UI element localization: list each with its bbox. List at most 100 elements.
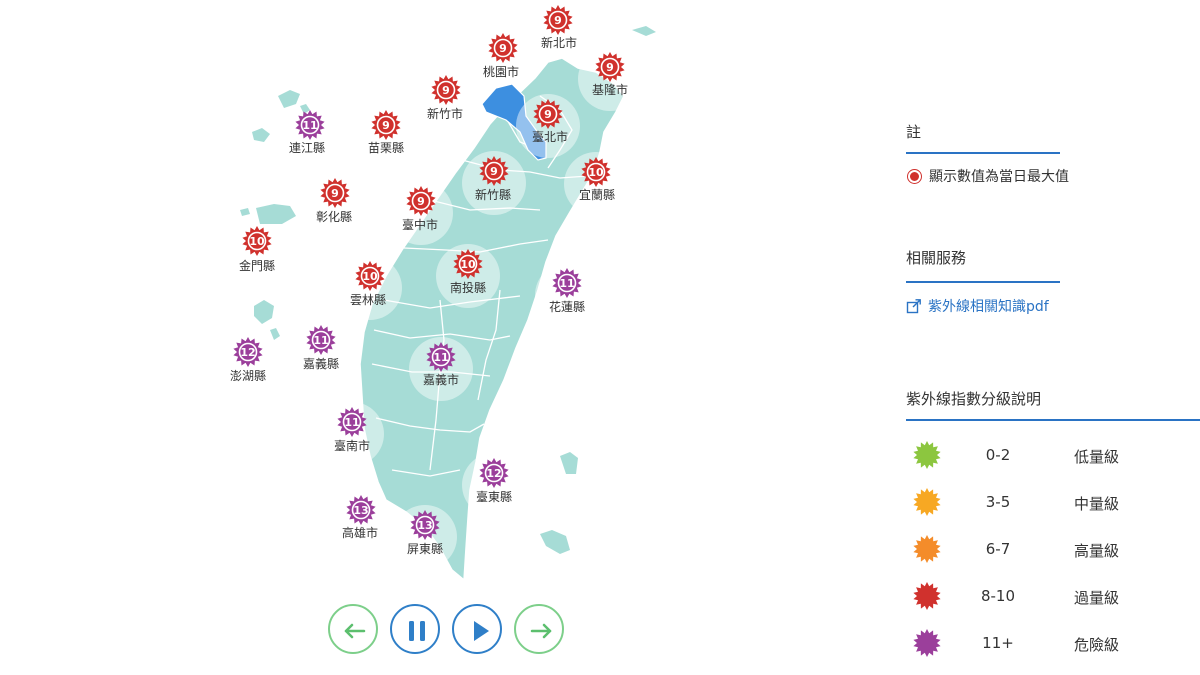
island-kinmen-small bbox=[240, 208, 250, 216]
legend-row: 0-2 低量級 bbox=[906, 440, 1200, 470]
external-link-icon bbox=[906, 299, 921, 314]
uv-value: 9 bbox=[606, 61, 614, 74]
pause-button[interactable] bbox=[390, 604, 440, 654]
region-label: 新北市 bbox=[541, 35, 577, 50]
island-matsu-2 bbox=[252, 128, 270, 142]
legend-range: 3-5 bbox=[985, 493, 1011, 511]
uv-marker[interactable]: 10 金門縣 bbox=[239, 226, 275, 273]
region-label: 雲林縣 bbox=[350, 293, 386, 307]
legend-row: 3-5 中量級 bbox=[906, 487, 1200, 517]
red-dot-icon bbox=[908, 169, 921, 183]
legend-title: 紫外線指數分級說明 bbox=[906, 390, 1042, 408]
next-button[interactable] bbox=[514, 604, 564, 654]
region-label: 苗栗縣 bbox=[368, 141, 404, 155]
uv-value: 9 bbox=[331, 187, 339, 200]
uv-value: 9 bbox=[442, 84, 450, 97]
uv-marker[interactable]: 9 桃園市 bbox=[483, 33, 519, 79]
legend-range: 6-7 bbox=[985, 540, 1011, 558]
uv-value: 10 bbox=[249, 235, 265, 248]
sun-icon bbox=[913, 535, 941, 563]
uv-value: 9 bbox=[499, 42, 507, 55]
region-label: 嘉義市 bbox=[423, 372, 459, 387]
island-matsu-1 bbox=[278, 90, 300, 108]
uv-value: 10 bbox=[588, 166, 604, 179]
prev-button[interactable] bbox=[328, 604, 378, 654]
legend-range: 11+ bbox=[982, 634, 1014, 652]
island-green bbox=[560, 452, 578, 474]
play-button[interactable] bbox=[452, 604, 502, 654]
region-label: 連江縣 bbox=[289, 141, 325, 155]
uv-value: 13 bbox=[353, 504, 368, 517]
uv-value: 11 bbox=[344, 416, 359, 429]
legend-level: 中量級 bbox=[1074, 495, 1120, 513]
sun-icon bbox=[913, 629, 941, 657]
region-label: 桃園市 bbox=[483, 64, 519, 79]
region-label: 花蓮縣 bbox=[549, 299, 585, 314]
sun-icon bbox=[913, 488, 941, 516]
uv-value: 11 bbox=[313, 334, 328, 347]
uv-value: 11 bbox=[559, 277, 574, 290]
island-orchid bbox=[540, 530, 570, 554]
uv-knowledge-pdf-link[interactable]: 紫外線相關知識pdf bbox=[906, 296, 1049, 316]
region-label: 澎湖縣 bbox=[230, 368, 266, 383]
uv-value: 11 bbox=[433, 351, 448, 364]
uv-value: 13 bbox=[417, 519, 432, 532]
island-penghu-2 bbox=[270, 328, 280, 340]
island-kinmen bbox=[256, 204, 296, 224]
note-title: 註 bbox=[906, 123, 922, 141]
uv-marker[interactable]: 11 嘉義縣 bbox=[303, 325, 339, 371]
region-label: 宜蘭縣 bbox=[579, 187, 615, 202]
uv-marker[interactable]: 9 彰化縣 bbox=[316, 178, 352, 224]
uv-value: 10 bbox=[460, 258, 476, 271]
services-divider bbox=[906, 281, 1060, 283]
legend-level: 高量級 bbox=[1074, 542, 1120, 560]
region-label: 臺中市 bbox=[402, 217, 438, 232]
legend-row: 11+ 危險級 bbox=[906, 628, 1200, 658]
note-item: 顯示數值為當日最大值 bbox=[906, 166, 1069, 186]
services-title: 相關服務 bbox=[906, 249, 967, 267]
uv-value: 12 bbox=[240, 346, 255, 359]
legend-level: 低量級 bbox=[1074, 448, 1120, 466]
region-label: 金門縣 bbox=[239, 258, 275, 273]
region-label: 屏東縣 bbox=[407, 542, 443, 556]
uv-value: 11 bbox=[302, 119, 317, 132]
legend-range: 8-10 bbox=[980, 587, 1016, 605]
pause-icon bbox=[409, 621, 425, 641]
sun-icon bbox=[913, 441, 941, 469]
uv-value: 12 bbox=[486, 467, 501, 480]
uv-marker[interactable]: 11 連江縣 bbox=[289, 110, 325, 155]
uv-marker[interactable]: 9 苗栗縣 bbox=[368, 110, 404, 155]
uv-value: 9 bbox=[554, 14, 562, 27]
play-icon bbox=[474, 621, 489, 641]
region-label: 彰化縣 bbox=[316, 209, 352, 224]
region-label: 高雄市 bbox=[342, 525, 378, 540]
legend-row: 8-10 過量級 bbox=[906, 581, 1200, 611]
uv-value: 9 bbox=[490, 165, 498, 178]
sun-icon bbox=[913, 582, 941, 610]
legend-level: 過量級 bbox=[1074, 589, 1120, 607]
island-penghu-1 bbox=[254, 300, 274, 324]
uv-marker[interactable]: 9 新竹市 bbox=[427, 75, 463, 121]
region-label: 臺南市 bbox=[334, 438, 370, 453]
legend-range: 0-2 bbox=[985, 446, 1011, 464]
uv-knowledge-pdf-label: 紫外線相關知識pdf bbox=[928, 299, 1049, 315]
legend-row: 6-7 高量級 bbox=[906, 534, 1200, 564]
uv-value: 9 bbox=[382, 119, 390, 132]
uv-value: 9 bbox=[417, 195, 425, 208]
uv-marker[interactable]: 9 新北市 bbox=[541, 5, 577, 50]
region-label: 南投縣 bbox=[450, 280, 486, 295]
region-label: 新竹市 bbox=[427, 106, 463, 121]
left-arrow-icon bbox=[344, 623, 366, 639]
legend-divider bbox=[906, 419, 1200, 421]
region-label: 基隆市 bbox=[592, 82, 628, 97]
uv-value: 10 bbox=[362, 270, 378, 283]
uv-marker[interactable]: 12 澎湖縣 bbox=[230, 337, 266, 383]
right-arrow-icon bbox=[530, 623, 552, 639]
island-guishan bbox=[632, 26, 656, 36]
island-matsu-3 bbox=[300, 104, 310, 114]
note-divider bbox=[906, 152, 1060, 154]
uv-marker[interactable]: 13 高雄市 bbox=[342, 495, 378, 540]
region-label: 新竹縣 bbox=[475, 187, 511, 202]
legend-level: 危險級 bbox=[1074, 636, 1120, 654]
info-sidebar: 註 顯示數值為當日最大值 相關服務 紫外線相關知識pdf 紫外線指數分級說明 0… bbox=[906, 0, 1200, 675]
